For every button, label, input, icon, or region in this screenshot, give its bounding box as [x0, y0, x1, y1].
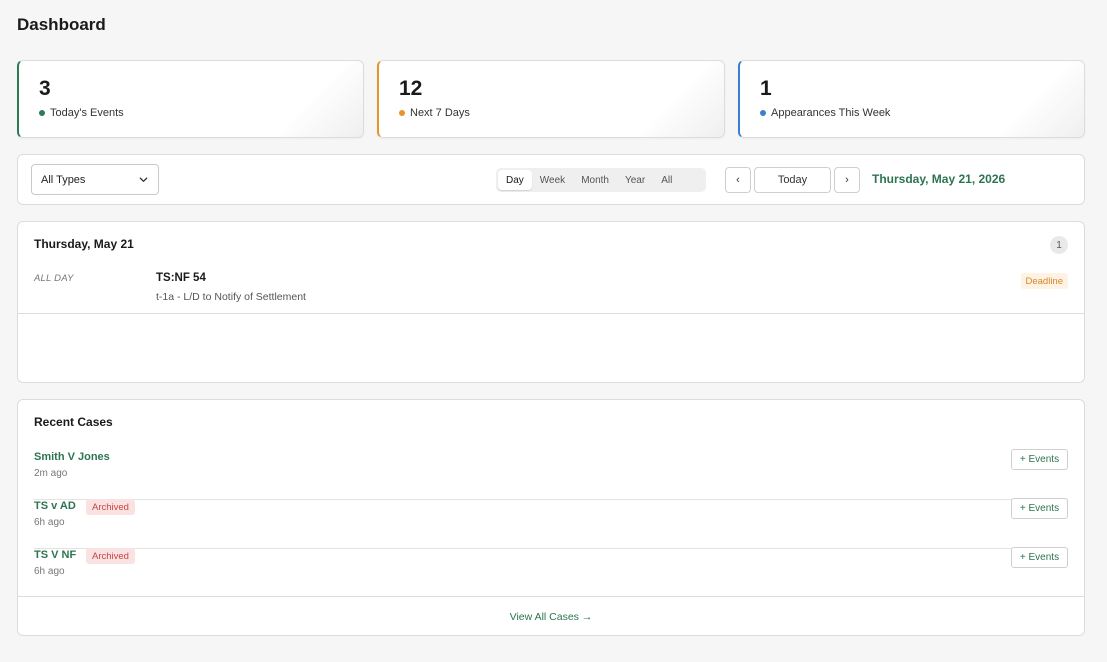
stat-label: Today's Events [39, 107, 124, 119]
view-range-toggle: Day Week Month Year All [496, 168, 706, 192]
stat-label-text: Today's Events [50, 107, 124, 119]
recent-cases-heading: Recent Cases [34, 415, 113, 429]
deadline-badge: Deadline [1020, 273, 1068, 289]
day-heading: Thursday, May 21 [34, 237, 134, 251]
range-all-button[interactable]: All [653, 170, 680, 190]
view-all-cases-link[interactable]: View All Cases → [510, 611, 593, 623]
today-button[interactable]: Today [754, 167, 831, 193]
event-title: TS:NF 54 [156, 272, 206, 284]
event-description: t-1a - L/D to Notify of Settlement [156, 291, 306, 303]
range-year-button[interactable]: Year [617, 170, 653, 190]
event-type-select-value: All Types [41, 173, 86, 186]
case-name-link[interactable]: TS V NF [34, 549, 76, 561]
day-events-panel: Thursday, May 21 1 ALL DAY TS:NF 54 t-1a… [17, 221, 1085, 383]
add-events-button[interactable]: + Events [1011, 449, 1068, 470]
archived-badge: Archived [86, 548, 135, 564]
case-time: 6h ago [34, 566, 65, 577]
stat-card-todays-events[interactable]: 3 Today's Events [17, 60, 364, 138]
case-time: 2m ago [34, 468, 68, 479]
case-row: Smith V Jones 2m ago + Events [34, 449, 1068, 500]
page-title: Dashboard [17, 15, 106, 34]
event-type-select[interactable]: All Types [31, 164, 159, 195]
add-events-button[interactable]: + Events [1011, 547, 1068, 568]
current-date-label: Thursday, May 21, 2026 [872, 172, 1006, 186]
stat-label-text: Next 7 Days [410, 107, 470, 119]
prev-button[interactable]: ‹ [725, 167, 751, 193]
range-day-button[interactable]: Day [498, 170, 532, 190]
event-count-badge: 1 [1050, 236, 1068, 254]
stat-value: 3 [39, 77, 51, 100]
stat-value: 1 [760, 77, 772, 100]
range-month-button[interactable]: Month [573, 170, 617, 190]
archived-badge: Archived [86, 499, 135, 515]
stat-label-text: Appearances This Week [771, 107, 891, 119]
stat-card-appearances[interactable]: 1 Appearances This Week [738, 60, 1085, 138]
status-dot-icon [399, 110, 405, 116]
divider [18, 313, 1084, 314]
add-events-button[interactable]: + Events [1011, 498, 1068, 519]
case-name-link[interactable]: TS v AD [34, 500, 76, 512]
stat-card-next-7-days[interactable]: 12 Next 7 Days [377, 60, 725, 138]
next-button[interactable]: › [834, 167, 860, 193]
calendar-toolbar: All Types Day Week Month Year All ‹ Toda… [17, 154, 1085, 205]
dashboard-page: Dashboard 3 Today's Events 12 Next 7 Day… [0, 0, 1107, 662]
case-row: TS v AD Archived 6h ago + Events [34, 498, 1068, 549]
event-time: ALL DAY [34, 273, 74, 284]
stat-label: Next 7 Days [399, 107, 470, 119]
chevron-down-icon [139, 177, 148, 182]
recent-cases-panel: Recent Cases Smith V Jones 2m ago + Even… [17, 399, 1085, 636]
event-row[interactable]: ALL DAY TS:NF 54 t-1a - L/D to Notify of… [18, 266, 1084, 314]
case-time: 6h ago [34, 517, 65, 528]
status-dot-icon [39, 110, 45, 116]
status-dot-icon [760, 110, 766, 116]
stat-label: Appearances This Week [760, 107, 890, 119]
recent-cases-footer: View All Cases → [18, 596, 1084, 636]
case-row: TS V NF Archived 6h ago + Events [34, 547, 1068, 598]
stat-value: 12 [399, 77, 423, 100]
range-week-button[interactable]: Week [532, 170, 573, 190]
case-name-link[interactable]: Smith V Jones [34, 451, 110, 463]
